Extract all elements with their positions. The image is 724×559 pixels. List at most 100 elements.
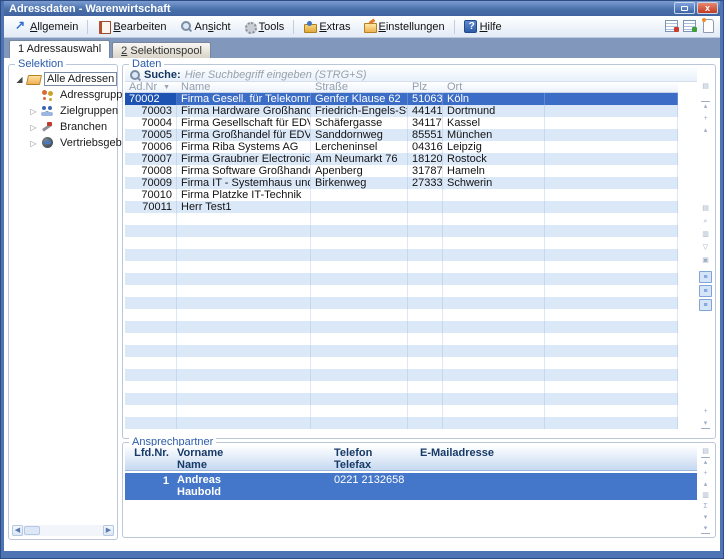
table-row[interactable] bbox=[125, 321, 678, 333]
insert-record-icon[interactable]: + bbox=[699, 113, 712, 124]
copy-view-icon[interactable]: ▣ bbox=[699, 255, 712, 266]
menu-einstellungen[interactable]: Einstellungen bbox=[357, 18, 451, 35]
table-row[interactable] bbox=[125, 297, 678, 309]
table-row[interactable] bbox=[125, 225, 678, 237]
previous-record-icon[interactable]: ▴ bbox=[699, 479, 712, 490]
column-chooser-icon[interactable]: ▤ bbox=[699, 446, 712, 457]
table-row[interactable] bbox=[125, 417, 678, 429]
column-header-adnr[interactable]: Ad.Nr▼ bbox=[125, 82, 177, 92]
tree-item-branchen[interactable]: ▷Branchen bbox=[11, 119, 115, 135]
search-input[interactable]: Hier Suchbegriff eingeben (STRG+S) bbox=[185, 69, 367, 81]
first-record-icon[interactable]: ▴ bbox=[699, 101, 712, 112]
table-row[interactable] bbox=[125, 285, 678, 297]
table-import-icon[interactable] bbox=[683, 19, 696, 32]
table-row[interactable]: 70009Firma IT - Systemhaus und Großhande… bbox=[125, 177, 678, 189]
contact-column-header-1[interactable]: Vorname Name bbox=[173, 446, 330, 472]
tree-expanded-icon[interactable]: ◢ bbox=[15, 75, 24, 84]
menu-tools[interactable]: Tools bbox=[237, 18, 291, 35]
table-row[interactable] bbox=[125, 273, 678, 285]
filter-icon[interactable]: ▽ bbox=[699, 242, 712, 253]
table-row[interactable]: 70003Firma Hardware Großhandel DortmundF… bbox=[125, 105, 678, 117]
column-header-name[interactable]: Name bbox=[177, 82, 311, 92]
tree-item-adressgruppen[interactable]: Adressgruppen bbox=[11, 87, 115, 103]
title-bar[interactable]: Adressdaten - Warenwirtschaft x bbox=[4, 1, 720, 16]
tree-collapsed-icon[interactable]: ▷ bbox=[29, 107, 38, 116]
menu-extras[interactable]: Extras bbox=[297, 18, 356, 35]
table-row[interactable]: 70010Firma Platzke IT-Technik bbox=[125, 189, 678, 201]
detail-view-3-icon[interactable]: ≡ bbox=[699, 299, 712, 311]
cell-filler bbox=[545, 345, 678, 357]
tab-1-adressauswahl[interactable]: 1 Adressauswahl bbox=[9, 40, 110, 58]
tree-item-zielgruppen[interactable]: ▷Zielgruppen bbox=[11, 103, 115, 119]
table-row[interactable]: 70011Herr Test1 bbox=[125, 201, 678, 213]
sort-icon[interactable]: ▥ bbox=[699, 229, 712, 240]
detail-view-1-icon[interactable]: ≡ bbox=[699, 271, 712, 283]
menu-ansicht[interactable]: Ansicht bbox=[173, 18, 237, 35]
menu-bearbeiten[interactable]: Bearbeiten bbox=[91, 18, 172, 35]
close-button[interactable]: x bbox=[697, 2, 718, 14]
table-row[interactable] bbox=[125, 393, 678, 405]
table-row[interactable] bbox=[125, 249, 678, 261]
table-row[interactable]: 70004Firma Gesellschaft für EDV - System… bbox=[125, 117, 678, 129]
tree-item-alle-adressen[interactable]: ◢Alle Adressen bbox=[11, 71, 115, 87]
table-row[interactable] bbox=[125, 345, 678, 357]
append-record-icon[interactable]: + bbox=[699, 406, 712, 417]
table-row[interactable] bbox=[125, 333, 678, 345]
table-row[interactable]: 70006Firma Riba Systems AGLercheninsel04… bbox=[125, 141, 678, 153]
table-row[interactable] bbox=[125, 261, 678, 273]
cell-adnr bbox=[125, 249, 177, 261]
cell-filler bbox=[545, 393, 678, 405]
new-document-icon[interactable] bbox=[701, 19, 714, 32]
group-icon bbox=[41, 105, 55, 117]
contact-column-header-2[interactable]: Telefon Telefax bbox=[330, 446, 416, 472]
table-row[interactable] bbox=[125, 369, 678, 381]
search-view-icon[interactable]: ⌕ bbox=[699, 216, 712, 227]
address-grid-header[interactable]: Ad.Nr▼NameStraßePlzOrt bbox=[125, 82, 678, 93]
column-header-ort[interactable]: Ort bbox=[443, 82, 545, 92]
sum-icon[interactable]: Σ bbox=[699, 501, 712, 512]
help-icon bbox=[464, 20, 477, 33]
table-row[interactable]: 70005Firma Großhandel für EDV HutnerSand… bbox=[125, 129, 678, 141]
selektion-horizontal-scrollbar[interactable]: ◀ ▶ bbox=[12, 525, 114, 536]
tree-collapsed-icon[interactable]: ▷ bbox=[29, 123, 38, 132]
tree-item-vertriebsgebiete[interactable]: ▷Vertriebsgebiete bbox=[11, 135, 115, 151]
table-row[interactable] bbox=[125, 309, 678, 321]
contact-grid-header[interactable]: Lfd.Nr. Vorname NameTelefon TelefaxE-Mai… bbox=[125, 446, 697, 471]
table-row[interactable] bbox=[125, 381, 678, 393]
insert-record-icon[interactable]: + bbox=[699, 468, 712, 479]
contact-column-header-3[interactable]: E-Mailadresse bbox=[416, 446, 697, 472]
columns-icon[interactable]: ▥ bbox=[699, 490, 712, 501]
search-bar[interactable]: Suche: Hier Suchbegriff eingeben (STRG+S… bbox=[125, 68, 697, 82]
last-record-icon[interactable]: ▾ bbox=[699, 418, 712, 429]
scroll-thumb[interactable] bbox=[24, 526, 40, 535]
scroll-left-button[interactable]: ◀ bbox=[12, 525, 23, 536]
menu-hilfe[interactable]: Hilfe bbox=[458, 18, 508, 35]
table-export-icon[interactable] bbox=[665, 19, 678, 32]
last-record-icon[interactable]: ▾ bbox=[699, 523, 712, 534]
detail-view-2-icon[interactable]: ≡ bbox=[699, 285, 712, 297]
list-view-icon[interactable]: ▤ bbox=[699, 203, 712, 214]
cell-plz: 44141 bbox=[408, 105, 443, 117]
first-record-icon[interactable]: ▴ bbox=[699, 457, 712, 468]
scroll-right-button[interactable]: ▶ bbox=[103, 525, 114, 536]
column-header-plz[interactable]: Plz bbox=[408, 82, 443, 92]
tab-2-selektionspool[interactable]: 2 Selektionspool bbox=[112, 42, 211, 58]
main-toolbar: Allgemein BearbeitenAnsichtTools ExtrasEin… bbox=[4, 16, 720, 38]
table-row[interactable] bbox=[125, 213, 678, 225]
table-row[interactable] bbox=[125, 405, 678, 417]
column-chooser-icon[interactable]: ▤ bbox=[699, 81, 712, 92]
menu-allgemein[interactable]: Allgemein bbox=[8, 18, 84, 35]
table-row-selected[interactable]: 70002Firma Gesell. für Telekommunikation… bbox=[125, 93, 678, 105]
table-row[interactable] bbox=[125, 237, 678, 249]
cell-adnr: 70003 bbox=[125, 105, 177, 117]
table-row[interactable]: 70007Firma Graubner Electronics GmbHAm N… bbox=[125, 153, 678, 165]
previous-record-icon[interactable]: ▴ bbox=[699, 125, 712, 136]
contact-column-header-0[interactable]: Lfd.Nr. bbox=[125, 446, 173, 472]
tree-collapsed-icon[interactable]: ▷ bbox=[29, 139, 38, 148]
table-row[interactable] bbox=[125, 357, 678, 369]
table-row[interactable]: 70008Firma Software Großhandel Lübke AGA… bbox=[125, 165, 678, 177]
next-record-icon[interactable]: ▾ bbox=[699, 512, 712, 523]
contact-row-selected[interactable]: 1Andreas Haubold0221 2132658 bbox=[125, 473, 697, 500]
restore-button[interactable] bbox=[674, 2, 695, 14]
column-header-strae[interactable]: Straße bbox=[311, 82, 408, 92]
